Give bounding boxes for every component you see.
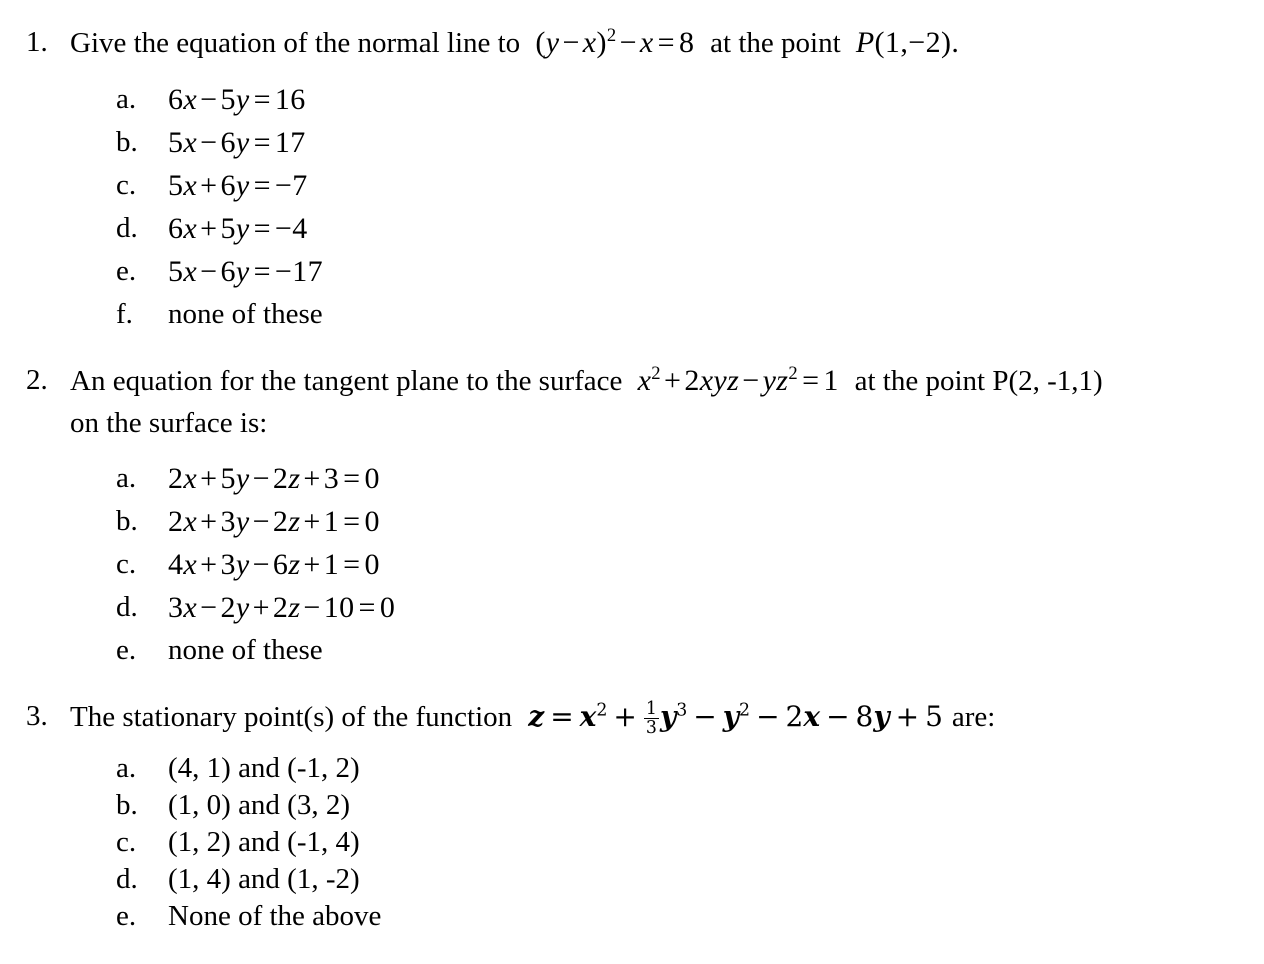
question-3-options: a. (4, 1) and (-1, 2) b. (1, 0) and (3, … [0, 750, 1264, 935]
option-2a-letter: a. [116, 462, 137, 494]
question-2-stem-prefix: An equation for the tangent plane to the… [70, 365, 623, 397]
option-1e[interactable]: e. 5x −6y = −17 [0, 250, 1264, 293]
option-3a[interactable]: a. (4, 1) and (-1, 2) [0, 750, 1264, 787]
option-1a-body: 6x −5y = 16 [168, 83, 306, 116]
option-3c-body: (1, 2) and (-1, 4) [168, 826, 360, 858]
question-1-number: 1. [26, 26, 48, 58]
worksheet-page: 1. Give the equation of the normal line … [0, 0, 1264, 964]
option-3d[interactable]: d. (1, 4) and (1, -2) [0, 861, 1264, 898]
option-2a-body: 2x +5y −2z +3 = 0 [168, 462, 380, 495]
question-2-number: 2. [26, 364, 48, 396]
option-3a-body: (4, 1) and (-1, 2) [168, 752, 360, 784]
option-1a[interactable]: a. 6x −5y = 16 [0, 78, 1264, 121]
question-3-equation: z = x2 +1 3 y3− y2−2x −8y +5 [528, 699, 952, 739]
option-1c-body: 5x +6y = −7 [168, 169, 308, 202]
option-3c-letter: c. [116, 826, 137, 858]
option-3c[interactable]: c. (1, 2) and (-1, 4) [0, 824, 1264, 861]
question-3-number: 3. [26, 700, 48, 732]
option-1a-letter: a. [116, 83, 137, 115]
option-3d-letter: d. [116, 863, 138, 895]
option-1b-letter: b. [116, 126, 138, 158]
option-1b-body: 5x −6y = 17 [168, 126, 306, 159]
option-1d[interactable]: d. 6x +5y = −4 [0, 207, 1264, 250]
option-2c[interactable]: c. 4x +3y −6z +1 = 0 [0, 543, 1264, 586]
option-2b-letter: b. [116, 505, 138, 537]
question-2-options: a. 2x +5y −2z +3 = 0 b. 2x +3y −2z +1 = 0 c. 4x +3y… [0, 457, 1264, 672]
option-1c-letter: c. [116, 169, 137, 201]
option-3e-letter: e. [116, 900, 137, 932]
option-2e[interactable]: e. none of these [0, 629, 1264, 672]
option-2b[interactable]: b. 2x +3y −2z +1 = 0 [0, 500, 1264, 543]
question-3: 3. The stationary point(s) of the functi… [0, 696, 1264, 935]
option-1e-letter: e. [116, 255, 137, 287]
option-1f[interactable]: f. none of these [0, 293, 1264, 336]
fraction-numerator: 1 [643, 699, 659, 720]
question-1-stem: 1. Give the equation of the normal line … [0, 22, 1264, 64]
option-2b-body: 2x +3y −2z +1 = 0 [168, 505, 380, 538]
option-3d-body: (1, 4) and (1, -2) [168, 863, 360, 895]
option-1f-letter: f. [116, 298, 133, 330]
question-1-options: a. 6x −5y = 16 b. 5x −6y = 17 c. 5x +6y = −7 d. 6… [0, 78, 1264, 336]
option-2d-body: 3x −2y +2z −10 = 0 [168, 591, 396, 624]
option-1d-body: 6x +5y = −4 [168, 212, 308, 245]
option-3b-body: (1, 0) and (3, 2) [168, 789, 351, 821]
question-2-stem: 2. An equation for the tangent plane to … [0, 360, 1264, 444]
question-2-stem-suffix: at the point P(2, -1,1) [854, 365, 1103, 397]
option-3a-letter: a. [116, 752, 137, 784]
option-2d-letter: d. [116, 591, 138, 623]
option-2e-body: none of these [168, 634, 323, 666]
question-3-stem-prefix: The stationary point(s) of the function [70, 701, 513, 733]
option-2d[interactable]: d. 3x −2y +2z −10 = 0 [0, 586, 1264, 629]
question-1-stem-suffix: at the point [710, 27, 841, 59]
option-2a[interactable]: a. 2x +5y −2z +3 = 0 [0, 457, 1264, 500]
option-1f-body: none of these [168, 298, 323, 330]
option-1c[interactable]: c. 5x +6y = −7 [0, 164, 1264, 207]
option-1d-letter: d. [116, 212, 138, 244]
question-1-point: P(1,−2). [855, 26, 960, 59]
question-3-stem: 3. The stationary point(s) of the functi… [0, 696, 1264, 738]
question-1-equation: (y − x)2− x = 8 [527, 25, 711, 59]
question-1: 1. Give the equation of the normal line … [0, 22, 1264, 336]
option-3b[interactable]: b. (1, 0) and (3, 2) [0, 787, 1264, 824]
option-3b-letter: b. [116, 789, 138, 821]
option-1e-body: 5x −6y = −17 [168, 255, 324, 288]
question-3-stem-suffix: are: [951, 701, 996, 733]
option-3e[interactable]: e. None of the above [0, 898, 1264, 935]
question-2: 2. An equation for the tangent plane to … [0, 360, 1264, 672]
question-1-stem-prefix: Give the equation of the normal line to [70, 27, 521, 59]
option-2c-body: 4x +3y −6z +1 = 0 [168, 548, 380, 581]
option-3e-body: None of the above [168, 900, 382, 932]
question-2-stem-line2: on the surface is: [70, 407, 268, 439]
question-2-equation: x2 +2xyz − yz2 = 1 [637, 363, 855, 397]
fraction-denominator: 3 [645, 718, 657, 739]
option-2c-letter: c. [116, 548, 137, 580]
option-2e-letter: e. [116, 634, 137, 666]
option-1b[interactable]: b. 5x −6y = 17 [0, 121, 1264, 164]
one-third-fraction: 13 [643, 699, 659, 739]
